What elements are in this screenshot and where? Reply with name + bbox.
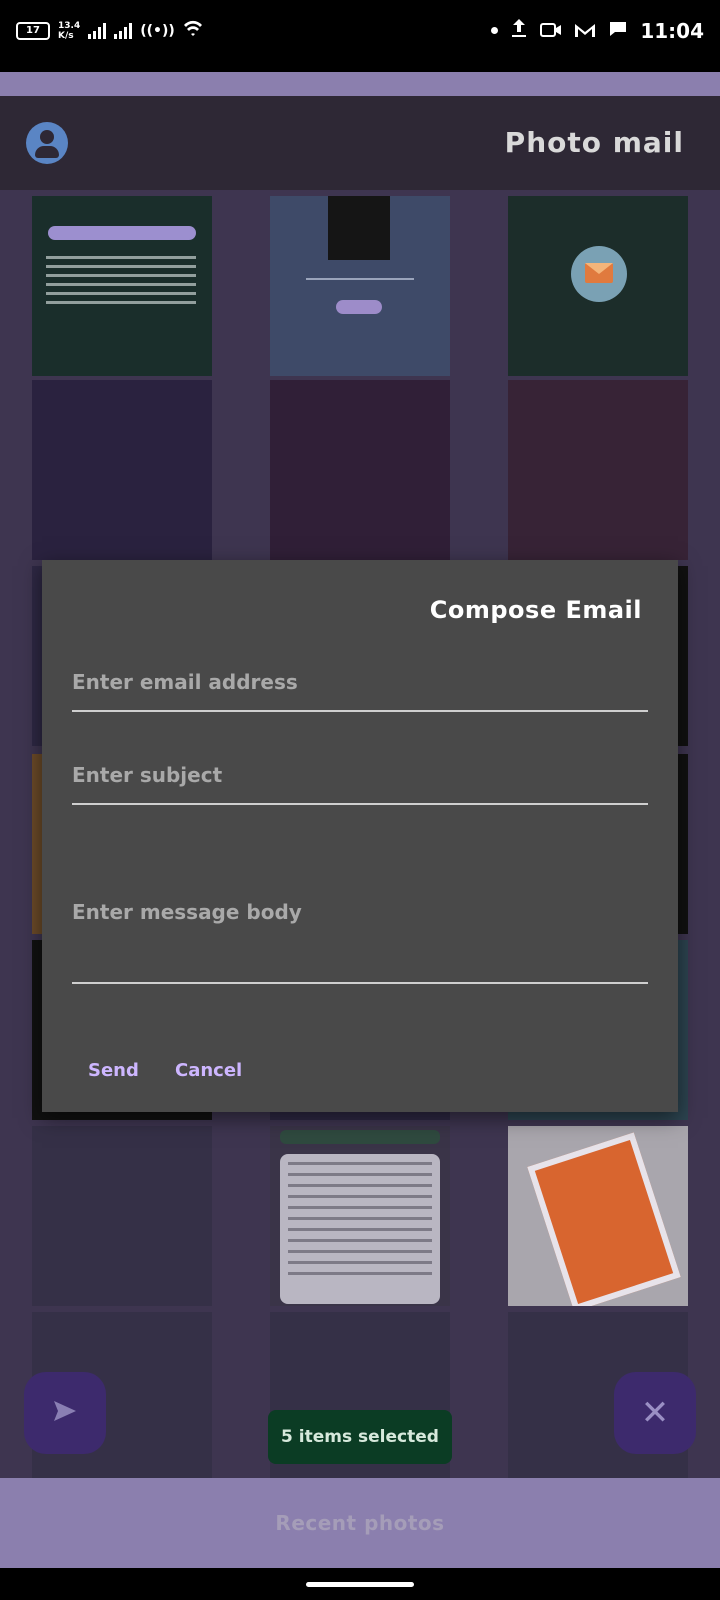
photo-thumbnail[interactable] [32,196,212,376]
system-nav-bar [0,1568,720,1600]
top-accent-bar [0,72,720,96]
clock-time: 11:04 [640,18,704,43]
thumbnail-detail [336,300,382,314]
recent-photos-label: Recent photos [275,1511,445,1535]
thumbnail-detail [328,196,390,260]
cancel-button[interactable]: Cancel [175,1060,242,1081]
email-field-wrapper [72,670,648,712]
thumbnail-detail [280,1154,440,1304]
status-bar: 17 13.4 K/s ((•)) 11:04 [0,0,720,72]
status-left: 17 13.4 K/s ((•)) [16,20,203,42]
thumbnail-detail [46,250,196,310]
send-button[interactable]: Send [88,1060,139,1081]
photo-thumbnail[interactable] [270,1126,450,1306]
photo-thumbnail[interactable] [508,196,688,376]
dialog-title: Compose Email [429,596,642,624]
notification-dot-icon [491,27,499,34]
app-title: Photo mail [504,126,684,159]
upload-icon [510,18,528,43]
hotspot-icon: ((•)) [140,23,175,39]
close-fab[interactable]: ✕ [614,1372,696,1454]
photo-thumbnail[interactable] [32,1126,212,1306]
account-icon[interactable] [26,122,68,164]
thumbnail-detail [306,278,414,280]
send-icon [52,1399,78,1427]
compose-email-dialog: Compose Email Send Cancel [42,560,678,1112]
network-speed-unit: K/s [58,31,74,41]
email-field[interactable] [72,670,648,694]
wifi-icon [183,20,203,42]
network-speed-value: 13.4 [58,21,81,31]
network-speed: 13.4 K/s [58,21,80,41]
subject-field-wrapper [72,763,648,805]
message-body-field[interactable] [72,900,648,970]
photo-thumbnail[interactable] [270,196,450,376]
close-icon: ✕ [640,1393,670,1433]
photo-thumbnail[interactable] [32,380,212,560]
photo-thumbnail[interactable] [508,380,688,560]
status-right: 11:04 [491,18,704,43]
message-body-wrapper [72,900,648,984]
chat-icon [608,19,628,43]
subject-field[interactable] [72,763,648,787]
email-icon [571,246,627,302]
video-call-icon [540,19,562,43]
signal-icon [88,23,107,39]
photo-thumbnail[interactable] [270,380,450,560]
photo-thumbnail[interactable] [508,1126,688,1306]
send-fab[interactable] [24,1372,106,1454]
battery-indicator: 17 [16,22,50,40]
thumbnail-detail [280,1130,440,1144]
thumbnail-detail [48,226,196,240]
signal-2-icon [114,23,133,39]
gmail-icon [574,19,596,43]
thumbnail-detail [527,1132,681,1306]
bottom-bar[interactable]: Recent photos [0,1478,720,1568]
selection-count-badge: 5 items selected [268,1410,452,1464]
photo-thumbnail[interactable] [270,1312,450,1492]
home-handle[interactable] [306,1582,414,1587]
